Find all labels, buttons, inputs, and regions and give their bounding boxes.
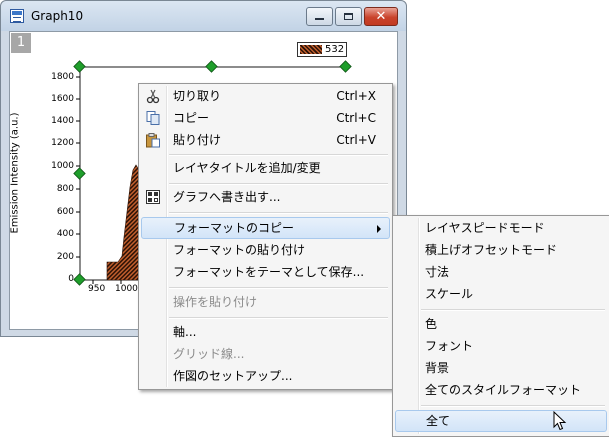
minimize-button[interactable] [306,7,333,26]
menu-item-label: フォーマットをテーマとして保存... [173,265,365,279]
minimize-icon [315,18,324,20]
selection-handle [205,60,218,73]
menu-item-label: レイヤタイトルを追加/変更 [173,161,321,175]
submenu-item-font[interactable]: フォント [395,335,607,357]
submenu-arrow-icon [377,225,381,233]
submenu-item-label: 全て [426,414,451,428]
submenu-item-label: 背景 [425,361,450,375]
menu-item-save-format-theme[interactable]: フォーマットをテーマとして保存... [141,261,390,283]
menu-item-label: 作図のセットアップ... [173,369,293,383]
menu-item-paste-operation: 操作を貼り付け [141,291,390,313]
menu-item-label: コピー [173,111,210,125]
selection-handle [339,60,352,73]
submenu-item-label: 全てのスタイルフォーマット [425,383,582,397]
submenu-item-label: 積上げオフセットモード [425,243,558,257]
submenu-item-dimensions[interactable]: 寸法 [395,261,607,283]
submenu-item-background[interactable]: 背景 [395,357,607,379]
menu-separator [421,309,605,311]
menu-item-label: グリッド線... [173,347,245,361]
menu-separator [169,317,388,319]
submenu-item-scale[interactable]: スケール [395,283,607,305]
menu-item-label: 操作を貼り付け [173,295,258,309]
maximize-icon [344,13,353,20]
spectrum-area [106,164,141,281]
mouse-pointer-icon [553,411,567,431]
menu-item-copy-format[interactable]: フォーマットのコピー [141,217,390,239]
menu-item-label: 貼り付け [173,133,222,147]
graph-window-icon[interactable] [10,9,24,23]
submenu-item-label: レイヤスピードモード [425,221,545,235]
copy-format-submenu: レイヤスピードモード 積上げオフセットモード 寸法 スケール 色 フォント 背景… [392,215,609,437]
submenu-item-label: スケール [425,287,474,301]
close-button[interactable]: ✕ [364,7,398,26]
selection-handle [73,167,86,180]
clipboard-icon [145,132,161,148]
maximize-button[interactable] [335,7,362,26]
submenu-item-label: フォント [425,339,474,353]
selection-handle [73,273,86,286]
export-graph-icon [145,189,161,205]
submenu-item-label: 寸法 [425,265,450,279]
submenu-item-label: 色 [425,317,438,331]
menu-item-label: フォーマットのコピー [174,221,295,235]
window-title: Graph10 [31,9,84,23]
submenu-item-color[interactable]: 色 [395,313,607,335]
menu-item-shortcut: Ctrl+C [336,111,376,125]
menu-item-shortcut: Ctrl+V [336,133,376,147]
menu-item-label: 切り取り [173,89,222,103]
scissors-icon [145,88,161,104]
menu-item-paste[interactable]: 貼り付け Ctrl+V [141,129,390,151]
menu-item-label: フォーマットの貼り付け [173,243,306,257]
menu-item-paste-format[interactable]: フォーマットの貼り付け [141,239,390,261]
submenu-item-layer-speed-mode[interactable]: レイヤスピードモード [395,217,607,239]
menu-item-export-graph[interactable]: グラフへ書き出す... [141,186,390,208]
menu-item-copy[interactable]: コピー Ctrl+C [141,107,390,129]
context-menu: 切り取り Ctrl+X コピー Ctrl+C 貼り付け Ctrl+V レイヤタイ… [138,83,393,390]
menu-item-axis[interactable]: 軸... [141,321,390,343]
menu-item-cut[interactable]: 切り取り Ctrl+X [141,85,390,107]
title-bar[interactable]: Graph10 ✕ [1,1,406,31]
submenu-item-all[interactable]: 全て [395,410,607,432]
menu-separator [421,405,605,407]
close-icon: ✕ [375,9,387,24]
menu-separator [169,183,388,185]
menu-item-plot-setup[interactable]: 作図のセットアップ... [141,365,390,387]
menu-separator [169,287,388,289]
menu-separator [169,154,388,156]
submenu-item-stack-offset-mode[interactable]: 積上げオフセットモード [395,239,607,261]
menu-separator [169,212,388,214]
menu-item-label: 軸... [173,325,197,339]
selection-handle [73,60,86,73]
menu-item-add-layer-title[interactable]: レイヤタイトルを追加/変更 [141,157,390,179]
menu-item-shortcut: Ctrl+X [336,89,376,103]
menu-item-grid-lines: グリッド線... [141,343,390,365]
submenu-item-all-style-formats[interactable]: 全てのスタイルフォーマット [395,379,607,401]
menu-item-label: グラフへ書き出す... [173,190,281,204]
copy-icon [145,110,161,126]
